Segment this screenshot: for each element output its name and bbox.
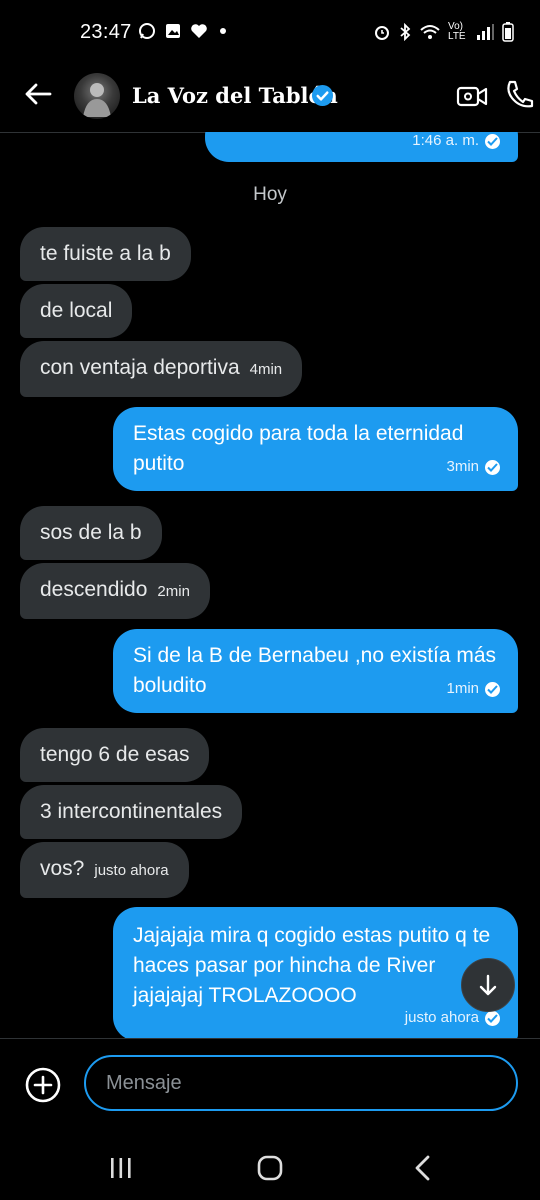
message-bubble-outgoing[interactable]: Estas cogido para toda la eternidad puti… bbox=[113, 407, 518, 491]
message-time: 4min bbox=[249, 361, 283, 378]
message-text: 3 intercontinentales bbox=[40, 800, 223, 823]
network-type: Vo) LTE bbox=[448, 21, 466, 42]
bluetooth-icon bbox=[400, 23, 411, 41]
alarm-icon bbox=[375, 26, 389, 40]
message-time: justo ahora bbox=[94, 862, 169, 879]
scroll-to-bottom-button[interactable] bbox=[461, 958, 515, 1012]
message-meta: 3min bbox=[446, 452, 500, 482]
message-text: de local bbox=[40, 299, 113, 322]
recent-apps-icon[interactable] bbox=[108, 1156, 134, 1180]
message-bubble-outgoing[interactable]: Si de la B de Bernabeu ,no existía más b… bbox=[113, 629, 518, 713]
message-meta: 1:46 a. m. bbox=[412, 132, 500, 156]
message-input[interactable] bbox=[84, 1055, 518, 1111]
message-bubble-incoming[interactable]: sos de la b bbox=[20, 506, 162, 560]
message-time: 2min bbox=[157, 583, 190, 600]
message-text: sos de la b bbox=[40, 521, 142, 544]
message-list[interactable]: 1:46 a. m. Hoy te fuiste a la b de local… bbox=[0, 132, 540, 1038]
status-time: 23:47 bbox=[80, 21, 132, 43]
message-text: Jajajaja mira q cogido estas putito q te… bbox=[133, 924, 491, 1007]
message-text: Estas cogido para toda la eternidad puti… bbox=[133, 422, 464, 475]
notification-dot bbox=[220, 28, 226, 34]
read-check-icon bbox=[485, 459, 500, 475]
composer bbox=[0, 1038, 540, 1139]
video-call-icon[interactable] bbox=[456, 80, 488, 112]
read-check-icon bbox=[485, 1010, 500, 1026]
message-time: 1:46 a. m. bbox=[412, 132, 479, 149]
status-bar: 23:47 Vo) LTE bbox=[0, 0, 540, 64]
message-text: Si de la B de Bernabeu ,no existía más b… bbox=[133, 644, 497, 697]
whatsapp-icon bbox=[139, 23, 155, 39]
message-bubble-outgoing[interactable]: Jajajaja mira q cogido estas putito q te… bbox=[113, 907, 518, 1038]
back-nav-icon[interactable] bbox=[410, 1154, 436, 1182]
chat-header: La Voz del Tablón bbox=[0, 64, 540, 133]
phone-call-icon[interactable] bbox=[504, 78, 534, 110]
message-time: justo ahora bbox=[404, 1009, 479, 1026]
message-text: tengo 6 de esas bbox=[40, 743, 190, 766]
message-time: 1min bbox=[446, 680, 479, 697]
message-bubble-incoming[interactable]: de local bbox=[20, 284, 133, 338]
contact-name[interactable]: La Voz del Tablón bbox=[132, 83, 338, 108]
message-text: con ventaja deportiva bbox=[40, 356, 240, 379]
arrow-down-icon bbox=[479, 974, 497, 996]
signal-icon bbox=[477, 24, 494, 40]
avatar[interactable] bbox=[74, 73, 120, 119]
home-icon[interactable] bbox=[256, 1154, 284, 1182]
message-bubble-incoming[interactable]: descendido 2min bbox=[20, 563, 210, 619]
system-nav-bar bbox=[0, 1138, 540, 1200]
read-check-icon bbox=[485, 681, 500, 697]
add-attachment-icon[interactable] bbox=[24, 1066, 62, 1104]
battery-icon bbox=[502, 22, 514, 42]
day-separator: Hoy bbox=[253, 184, 287, 205]
back-arrow-icon[interactable] bbox=[22, 78, 54, 110]
message-meta: 1min bbox=[446, 674, 500, 704]
message-text: te fuiste a la b bbox=[40, 242, 171, 265]
message-bubble-incoming[interactable]: con ventaja deportiva 4min bbox=[20, 341, 303, 397]
verified-badge-icon bbox=[311, 84, 334, 107]
wifi-icon bbox=[420, 25, 440, 39]
message-bubble-outgoing[interactable]: 1:46 a. m. bbox=[205, 132, 518, 162]
read-check-icon bbox=[485, 133, 500, 149]
message-text: descendido bbox=[40, 578, 148, 601]
message-bubble-incoming[interactable]: tengo 6 de esas bbox=[20, 728, 210, 782]
message-bubble-incoming[interactable]: 3 intercontinentales bbox=[20, 785, 243, 839]
message-bubble-incoming[interactable]: te fuiste a la b bbox=[20, 227, 191, 281]
gallery-icon bbox=[166, 24, 180, 38]
heart-icon bbox=[191, 24, 207, 38]
message-text: vos? bbox=[40, 857, 85, 880]
message-bubble-incoming[interactable]: vos? justo ahora bbox=[20, 842, 189, 898]
message-time: 3min bbox=[446, 458, 479, 475]
